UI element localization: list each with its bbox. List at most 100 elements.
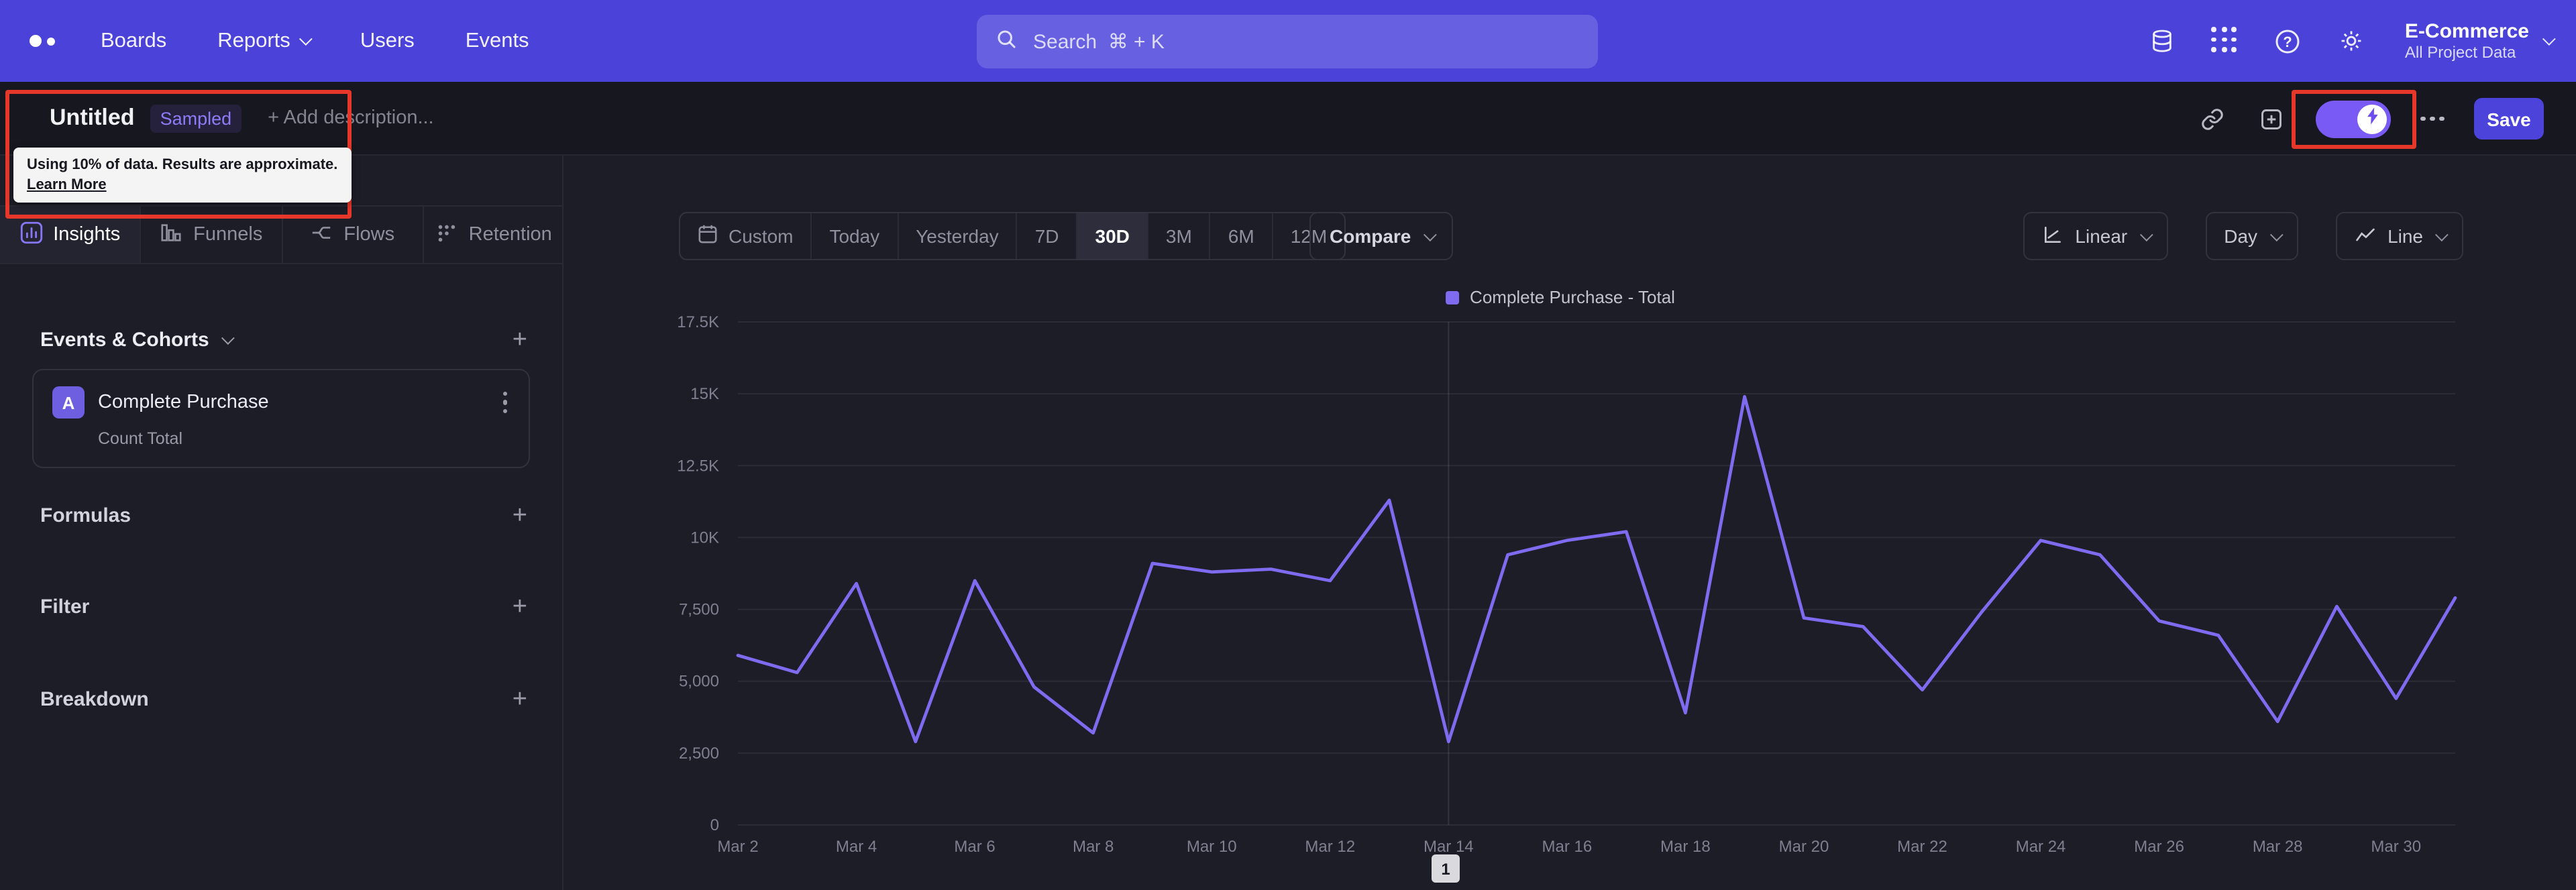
- toolbar-right-cluster: Save: [2198, 82, 2544, 156]
- section-label: Breakdown: [40, 687, 149, 710]
- section-label: Formulas: [40, 504, 131, 526]
- project-subtitle: All Project Data: [2404, 42, 2516, 61]
- sampled-badge[interactable]: Sampled: [150, 104, 241, 132]
- nav-item-users[interactable]: Users: [360, 29, 415, 53]
- report-toolbar: Untitled Sampled + Add description... Sa…: [0, 82, 2576, 156]
- lightning-bolt-icon: [2366, 107, 2378, 131]
- toggle-knob: [2357, 104, 2387, 133]
- add-filter-button[interactable]: +: [513, 594, 527, 619]
- section-filter: Filter +: [40, 590, 527, 622]
- search-input[interactable]: [1030, 29, 1579, 54]
- range-yesterday[interactable]: Yesterday: [898, 213, 1018, 259]
- svg-text:Mar 30: Mar 30: [2371, 838, 2421, 856]
- chevron-down-icon: [299, 32, 313, 46]
- section-breakdown: Breakdown +: [40, 683, 527, 715]
- line-chart-icon: [2354, 223, 2375, 249]
- project-selector[interactable]: E-Commerce All Project Data: [2404, 19, 2556, 62]
- report-type-tabs: Insights Funnels Flows Retention: [0, 205, 564, 264]
- nav-menu: Boards Reports Users Events: [101, 29, 529, 53]
- section-label: Filter: [40, 595, 90, 618]
- tab-flows[interactable]: Flows: [282, 207, 424, 263]
- tab-insights[interactable]: Insights: [0, 207, 142, 263]
- retention-icon: [435, 221, 458, 249]
- svg-text:Mar 24: Mar 24: [2016, 838, 2066, 856]
- event-menu-icon[interactable]: [500, 389, 510, 416]
- search-icon: [996, 27, 1017, 56]
- gear-icon[interactable]: [2337, 26, 2366, 56]
- add-breakdown-button[interactable]: +: [513, 686, 527, 712]
- add-formula-button[interactable]: +: [513, 502, 527, 528]
- svg-text:Mar 4: Mar 4: [836, 838, 877, 856]
- svg-text:10K: 10K: [690, 529, 719, 547]
- range-30d[interactable]: 30D: [1077, 213, 1148, 259]
- tab-retention[interactable]: Retention: [424, 207, 564, 263]
- calendar-icon: [698, 224, 718, 248]
- nav-item-boards[interactable]: Boards: [101, 29, 166, 53]
- svg-text:Mar 10: Mar 10: [1187, 838, 1237, 856]
- svg-text:17.5K: 17.5K: [677, 313, 719, 331]
- share-link-icon[interactable]: [2198, 104, 2227, 133]
- svg-text:5,000: 5,000: [679, 673, 719, 691]
- app-window: Boards Reports Users Events ? E: [0, 0, 2576, 890]
- chevron-down-icon: [2139, 227, 2153, 241]
- chevron-down-icon: [221, 331, 235, 345]
- insights-icon: [19, 221, 42, 249]
- events-cohorts-label[interactable]: Events & Cohorts: [40, 328, 235, 351]
- svg-text:Mar 2: Mar 2: [717, 838, 758, 856]
- chart-panel: Custom Today Yesterday 7D 30D 3M 6M 12M …: [565, 156, 2576, 890]
- granularity-dropdown[interactable]: Day: [2205, 212, 2298, 260]
- event-aggregation[interactable]: Count Total: [98, 429, 510, 448]
- pagination-page-1[interactable]: 1: [1432, 854, 1460, 883]
- tab-label: Retention: [468, 224, 552, 245]
- svg-text:2,500: 2,500: [679, 744, 719, 763]
- nav-right-cluster: ? E-Commerce All Project Data: [2147, 0, 2556, 82]
- event-card[interactable]: A Complete Purchase Count Total: [32, 369, 530, 468]
- nav-item-events[interactable]: Events: [466, 29, 529, 53]
- svg-text:Mar 18: Mar 18: [1660, 838, 1711, 856]
- tab-funnels[interactable]: Funnels: [142, 207, 282, 263]
- add-event-button[interactable]: +: [513, 327, 527, 352]
- svg-text:12.5K: 12.5K: [677, 457, 719, 475]
- svg-text:Mar 14: Mar 14: [1424, 838, 1474, 856]
- svg-text:Mar 8: Mar 8: [1073, 838, 1114, 856]
- linear-scale-icon: [2041, 223, 2063, 249]
- chevron-down-icon: [2269, 227, 2283, 241]
- project-name: E-Commerce: [2404, 19, 2529, 42]
- svg-text:15K: 15K: [690, 385, 719, 403]
- mixpanel-logo-icon[interactable]: [30, 35, 55, 47]
- tooltip-text: Using 10% of data. Results are approxima…: [27, 157, 338, 173]
- chevron-down-icon: [1423, 227, 1437, 241]
- svg-text:Mar 20: Mar 20: [1779, 838, 1829, 856]
- range-3m[interactable]: 3M: [1148, 213, 1211, 259]
- add-description-field[interactable]: + Add description...: [268, 107, 433, 129]
- svg-text:Mar 12: Mar 12: [1305, 838, 1355, 856]
- svg-text:Mar 22: Mar 22: [1897, 838, 1947, 856]
- range-7d[interactable]: 7D: [1018, 213, 1078, 259]
- sampling-tooltip: Using 10% of data. Results are approxima…: [13, 148, 352, 203]
- scale-dropdown[interactable]: Linear: [2023, 212, 2168, 260]
- nav-item-reports[interactable]: Reports: [217, 29, 313, 53]
- more-options-icon[interactable]: [2420, 116, 2445, 121]
- search-bar[interactable]: [977, 15, 1598, 68]
- range-6m[interactable]: 6M: [1211, 213, 1273, 259]
- svg-text:Mar 26: Mar 26: [2134, 838, 2184, 856]
- chart-type-dropdown[interactable]: Line: [2335, 212, 2463, 260]
- data-icon[interactable]: [2147, 26, 2177, 56]
- range-today[interactable]: Today: [812, 213, 899, 259]
- help-icon[interactable]: ?: [2273, 26, 2303, 56]
- report-title[interactable]: Untitled: [50, 105, 135, 131]
- line-chart[interactable]: 0 2,500 5,000 7,500 10K 12.5K 15K 17.5K Mar 2 Mar…: [577, 302, 2482, 865]
- svg-text:?: ?: [2284, 33, 2292, 50]
- save-button[interactable]: Save: [2474, 98, 2544, 140]
- learn-more-link[interactable]: Learn More: [27, 177, 337, 193]
- sampling-toggle[interactable]: [2316, 100, 2392, 137]
- add-to-board-icon[interactable]: [2257, 104, 2286, 133]
- top-navbar: Boards Reports Users Events ? E: [0, 0, 2576, 82]
- event-title[interactable]: Complete Purchase: [98, 392, 269, 413]
- apps-grid-icon[interactable]: [2210, 26, 2240, 56]
- compare-button[interactable]: Compare: [1309, 212, 1453, 260]
- section-formulas: Formulas +: [40, 499, 527, 531]
- range-custom[interactable]: Custom: [680, 213, 812, 259]
- tab-label: Flows: [343, 224, 395, 245]
- funnels-icon: [160, 221, 182, 249]
